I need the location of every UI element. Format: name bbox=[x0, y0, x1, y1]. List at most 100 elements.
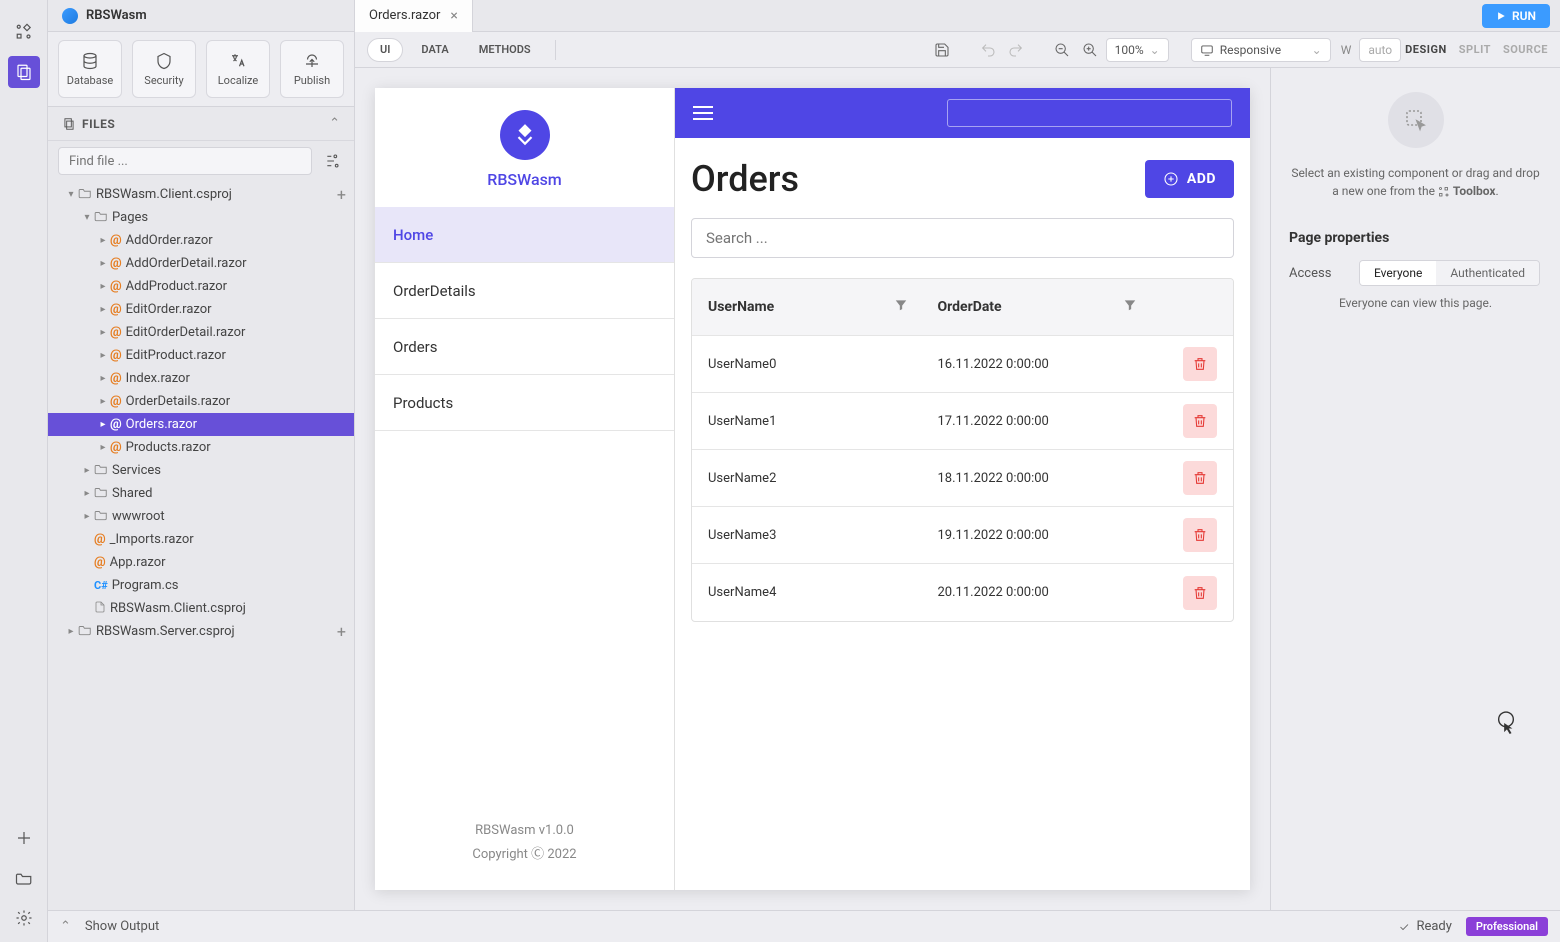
access-segmented: EveryoneAuthenticated bbox=[1359, 260, 1540, 286]
col-header-orderdate[interactable]: OrderDate bbox=[938, 298, 1168, 316]
brand-text: RBSWasm bbox=[487, 170, 561, 189]
nav-item[interactable]: OrderDetails bbox=[375, 263, 674, 319]
chevron-up-icon[interactable]: ⌃ bbox=[329, 116, 340, 131]
save-icon[interactable] bbox=[930, 38, 954, 62]
filter-icon[interactable] bbox=[1123, 298, 1137, 316]
filter-icon[interactable] bbox=[894, 298, 908, 316]
data-grid: UserNameOrderDate UserName016.11.2022 0:0… bbox=[691, 278, 1234, 622]
table-row[interactable]: UserName016.11.2022 0:00:00 bbox=[692, 336, 1233, 393]
tree-item[interactable]: C#Program.cs bbox=[48, 574, 354, 597]
tree-item[interactable]: ▸@AddProduct.razor bbox=[48, 275, 354, 298]
plus-icon[interactable] bbox=[8, 822, 40, 854]
panel-section-title: Page properties bbox=[1289, 230, 1542, 246]
table-row[interactable]: UserName117.11.2022 0:00:00 bbox=[692, 393, 1233, 450]
table-row[interactable]: UserName218.11.2022 0:00:00 bbox=[692, 450, 1233, 507]
view-tab-source[interactable]: SOURCE bbox=[1503, 43, 1548, 56]
tree-item[interactable]: ▾Pages bbox=[48, 206, 354, 229]
status-bar: ⌃ Show Output Ready Professional bbox=[48, 910, 1560, 942]
find-file-input[interactable] bbox=[58, 147, 312, 175]
access-option[interactable]: Authenticated bbox=[1436, 261, 1539, 285]
add-button[interactable]: ADD bbox=[1145, 160, 1234, 198]
nav-item[interactable]: Products bbox=[375, 375, 674, 431]
tree-item[interactable]: ▸@EditProduct.razor bbox=[48, 344, 354, 367]
zoom-select[interactable]: 100%⌄ bbox=[1106, 38, 1169, 62]
table-row[interactable]: UserName420.11.2022 0:00:00 bbox=[692, 564, 1233, 621]
tree-item[interactable]: ▸@OrderDetails.razor bbox=[48, 390, 354, 413]
view-tab-design[interactable]: DESIGN bbox=[1405, 43, 1447, 56]
editor-tab[interactable]: Orders.razor × bbox=[355, 0, 473, 32]
add-icon[interactable]: + bbox=[337, 622, 346, 641]
panel-hint: Select an existing component or drag and… bbox=[1289, 164, 1542, 200]
tree-item[interactable]: @_Imports.razor bbox=[48, 528, 354, 551]
subtab-data[interactable]: DATA bbox=[409, 38, 460, 62]
add-icon[interactable]: + bbox=[337, 185, 346, 204]
hamburger-icon[interactable] bbox=[693, 101, 717, 125]
zoom-out-icon[interactable] bbox=[1050, 38, 1074, 62]
zoom-in-icon[interactable] bbox=[1078, 38, 1102, 62]
redo-icon[interactable] bbox=[1004, 38, 1028, 62]
page-title: Orders bbox=[691, 158, 799, 200]
view-tab-split[interactable]: SPLIT bbox=[1459, 43, 1491, 56]
tree-item[interactable]: ▸Shared bbox=[48, 482, 354, 505]
delete-button[interactable] bbox=[1183, 576, 1217, 610]
tree-item[interactable]: @App.razor bbox=[48, 551, 354, 574]
tool-publish[interactable]: Publish bbox=[280, 40, 344, 98]
grid-search-input[interactable] bbox=[691, 218, 1234, 258]
top-bar: Orders.razor × RUN bbox=[355, 0, 1560, 32]
delete-button[interactable] bbox=[1183, 518, 1217, 552]
files-icon bbox=[62, 117, 76, 131]
tool-shield[interactable]: Security bbox=[132, 40, 196, 98]
header-search-input[interactable] bbox=[947, 99, 1232, 127]
tree-item[interactable]: RBSWasm.Client.csproj bbox=[48, 597, 354, 620]
delete-button[interactable] bbox=[1183, 404, 1217, 438]
show-output-button[interactable]: Show Output bbox=[85, 919, 159, 934]
tree-item[interactable]: ▸@EditOrderDetail.razor bbox=[48, 321, 354, 344]
chevron-up-icon[interactable]: ⌃ bbox=[60, 919, 71, 934]
subtab-methods[interactable]: METHODS bbox=[467, 38, 543, 62]
width-input[interactable]: auto bbox=[1359, 38, 1401, 62]
files-panel-header[interactable]: FILES ⌃ bbox=[48, 107, 354, 141]
delete-button[interactable] bbox=[1183, 347, 1217, 381]
delete-button[interactable] bbox=[1183, 461, 1217, 495]
subtab-ui[interactable]: UI bbox=[367, 38, 403, 62]
close-icon[interactable]: × bbox=[450, 8, 457, 24]
tree-item[interactable]: ▸@AddOrderDetail.razor bbox=[48, 252, 354, 275]
designer-toolbar: UIDATAMETHODS 100%⌄ Responsive⌄ W auto D… bbox=[355, 32, 1560, 68]
responsive-select[interactable]: Responsive⌄ bbox=[1191, 38, 1331, 62]
toolbox-icon[interactable] bbox=[8, 16, 40, 48]
preview-footer: RBSWasm v1.0.0 Copyright Ⓒ 2022 bbox=[375, 795, 674, 890]
access-note: Everyone can view this page. bbox=[1289, 296, 1542, 310]
tree-item[interactable]: ▸wwwroot bbox=[48, 505, 354, 528]
undo-icon[interactable] bbox=[976, 38, 1000, 62]
tree-item[interactable]: ▸@AddOrder.razor bbox=[48, 229, 354, 252]
access-option[interactable]: Everyone bbox=[1360, 261, 1436, 285]
add-button-label: ADD bbox=[1187, 171, 1216, 187]
tree-item[interactable]: ▸@EditOrder.razor bbox=[48, 298, 354, 321]
tree-item[interactable]: ▸@Index.razor bbox=[48, 367, 354, 390]
tree-item[interactable]: ▸@Products.razor bbox=[48, 436, 354, 459]
files-icon[interactable] bbox=[8, 56, 40, 88]
run-button[interactable]: RUN bbox=[1482, 4, 1550, 28]
col-header-username[interactable]: UserName bbox=[708, 298, 938, 316]
tree-item[interactable]: ▸Services bbox=[48, 459, 354, 482]
tree-item[interactable]: ▾RBSWasm.Client.csproj+ bbox=[48, 183, 354, 206]
open-folder-icon[interactable] bbox=[8, 862, 40, 894]
nav-item[interactable]: Orders bbox=[375, 319, 674, 375]
tab-title: Orders.razor bbox=[369, 8, 440, 23]
preview-sidebar: RBSWasm HomeOrderDetailsOrdersProducts R… bbox=[375, 88, 675, 890]
tool-localize[interactable]: Localize bbox=[206, 40, 270, 98]
preview-frame: RBSWasm HomeOrderDetailsOrdersProducts R… bbox=[375, 88, 1250, 890]
sidebar: RBSWasm DatabaseSecurityLocalizePublish … bbox=[48, 0, 355, 942]
settings-icon[interactable] bbox=[8, 902, 40, 934]
nav-item[interactable]: Home bbox=[375, 207, 674, 263]
toolbox-mini-icon bbox=[1438, 186, 1450, 198]
tree-item[interactable]: ▸@Orders.razor bbox=[48, 413, 354, 436]
filter-tree-icon[interactable] bbox=[320, 149, 344, 173]
file-tree: ▾RBSWasm.Client.csproj+▾Pages▸@AddOrder.… bbox=[48, 181, 354, 910]
table-row[interactable]: UserName319.11.2022 0:00:00 bbox=[692, 507, 1233, 564]
tool-database[interactable]: Database bbox=[58, 40, 122, 98]
tree-item[interactable]: ▸RBSWasm.Server.csproj+ bbox=[48, 620, 354, 643]
preview-header bbox=[675, 88, 1250, 138]
canvas-area: RBSWasm HomeOrderDetailsOrdersProducts R… bbox=[355, 68, 1270, 910]
app-title-bar: RBSWasm bbox=[48, 0, 354, 32]
